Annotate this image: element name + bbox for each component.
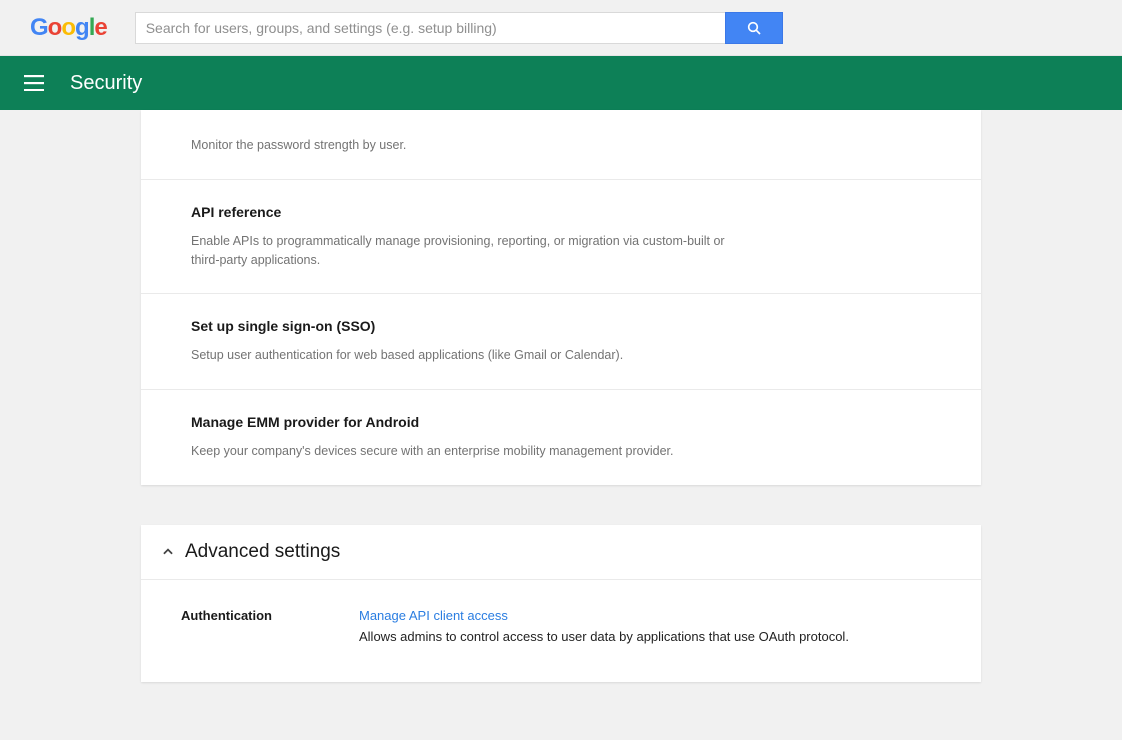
- card-desc: Monitor the password strength by user.: [191, 110, 751, 155]
- google-logo: Google: [30, 14, 107, 42]
- search-button[interactable]: [725, 12, 783, 44]
- nav-bar: Security: [0, 56, 1122, 110]
- page-title: Security: [70, 72, 142, 95]
- card-row-api-reference[interactable]: API reference Enable APIs to programmati…: [141, 179, 981, 294]
- card-desc: Setup user authentication for web based …: [191, 346, 751, 365]
- menu-icon[interactable]: [24, 75, 44, 91]
- content: Monitor the password strength by user. A…: [0, 110, 1122, 682]
- advanced-settings-body: Authentication Manage API client access …: [141, 580, 981, 683]
- card-row-password[interactable]: Monitor the password strength by user.: [141, 110, 981, 179]
- search-wrap: [135, 12, 783, 44]
- card-title: Manage EMM provider for Android: [191, 414, 953, 430]
- manage-api-client-access-link[interactable]: Manage API client access: [359, 608, 508, 623]
- advanced-settings-header[interactable]: Advanced settings: [141, 525, 981, 580]
- card-title: API reference: [191, 204, 953, 220]
- advanced-settings-title: Advanced settings: [185, 541, 340, 563]
- search-icon: [746, 20, 762, 36]
- card-title: Set up single sign-on (SSO): [191, 318, 953, 334]
- card-desc: Keep your company's devices secure with …: [191, 442, 751, 461]
- authentication-content: Manage API client access Allows admins t…: [359, 608, 953, 647]
- authentication-desc: Allows admins to control access to user …: [359, 627, 953, 647]
- content-inner: Monitor the password strength by user. A…: [141, 110, 981, 682]
- settings-card-group: Monitor the password strength by user. A…: [141, 110, 981, 485]
- chevron-up-icon: [161, 545, 175, 559]
- advanced-settings-panel: Advanced settings Authentication Manage …: [141, 525, 981, 683]
- card-row-sso[interactable]: Set up single sign-on (SSO) Setup user a…: [141, 293, 981, 389]
- top-bar: Google: [0, 0, 1122, 56]
- authentication-label: Authentication: [181, 608, 359, 647]
- card-desc: Enable APIs to programmatically manage p…: [191, 232, 751, 270]
- search-input[interactable]: [135, 12, 725, 44]
- card-row-emm[interactable]: Manage EMM provider for Android Keep you…: [141, 389, 981, 485]
